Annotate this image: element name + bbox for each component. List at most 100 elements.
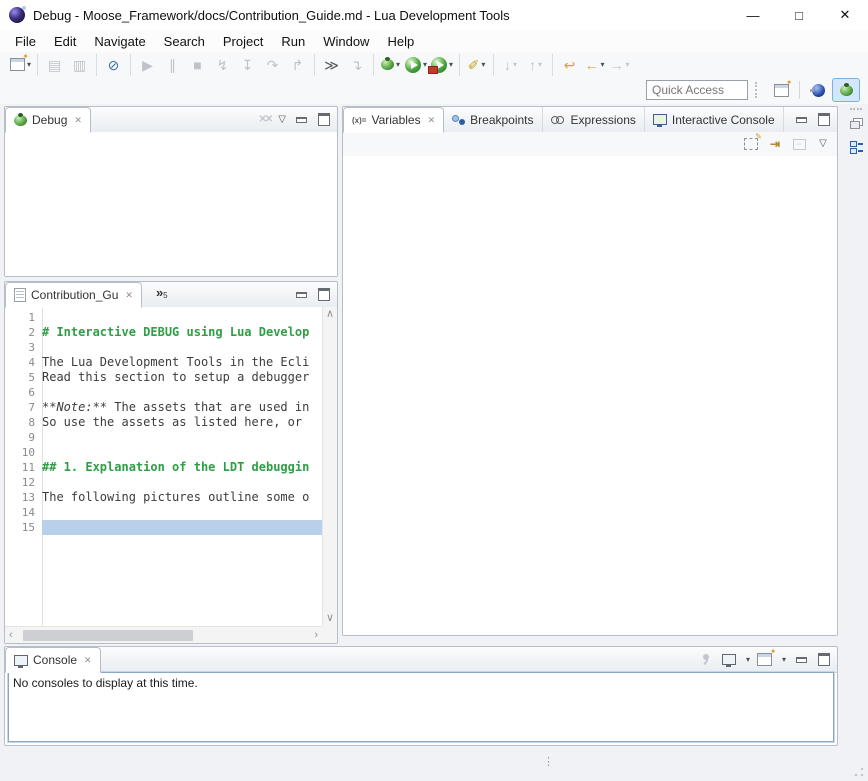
status-bar-drag-handle[interactable]: ⋮	[543, 755, 555, 768]
collapse-all-button[interactable]: −	[791, 136, 807, 152]
line-number[interactable]: 4	[5, 355, 42, 370]
variables-tree-area[interactable]	[343, 156, 837, 635]
code-text[interactable]: # Interactive DEBUG using Lua Develop	[42, 325, 322, 340]
view-menu-button[interactable]: ▽	[815, 136, 831, 152]
code-text[interactable]	[42, 385, 322, 400]
dropdown-arrow-icon[interactable]: ▾	[601, 60, 605, 69]
dropdown-arrow-icon[interactable]: ▾	[626, 60, 630, 69]
debug-perspective-button[interactable]	[832, 78, 860, 102]
dropdown-arrow-icon[interactable]: ▾	[746, 655, 750, 664]
line-number[interactable]: 5	[5, 370, 42, 385]
editor-vertical-scrollbar[interactable]: ∧ ∨	[322, 307, 337, 626]
minimize-view-button[interactable]	[293, 112, 309, 128]
scroll-down-icon[interactable]: ∨	[326, 613, 334, 624]
code-text[interactable]	[42, 505, 322, 520]
line-number[interactable]: 6	[5, 385, 42, 400]
console-tab-console[interactable]: Console✕	[5, 647, 101, 673]
window-resize-grip[interactable]	[854, 767, 864, 777]
view-menu-icon[interactable]: ▽	[278, 115, 286, 125]
menu-help[interactable]: Help	[378, 32, 423, 51]
code-text[interactable]: The following pictures outline some o	[42, 490, 322, 505]
back-button[interactable]: ←▾	[582, 54, 607, 76]
line-number[interactable]: 9	[5, 430, 42, 445]
menu-navigate[interactable]: Navigate	[85, 32, 154, 51]
dropdown-arrow-icon[interactable]: ▾	[423, 60, 427, 69]
use-step-filters-button[interactable]: ≫	[319, 54, 344, 76]
scroll-right-icon[interactable]: ›	[314, 630, 318, 641]
line-number[interactable]: 3	[5, 340, 42, 355]
maximize-view-button[interactable]	[816, 652, 832, 668]
code-text[interactable]	[42, 475, 322, 490]
show-logical-structure-button[interactable]: ⇥	[767, 136, 783, 152]
menu-run[interactable]: Run	[272, 32, 314, 51]
toolbar-drag-handle[interactable]	[755, 82, 760, 98]
vars-tab-variables[interactable]: (x)=Variables✕	[343, 107, 444, 133]
new-wizard-button[interactable]: ▾	[8, 54, 33, 76]
last-edit-location-button[interactable]: ↩	[557, 54, 582, 76]
line-number[interactable]: 14	[5, 505, 42, 520]
code-text[interactable]	[42, 340, 322, 355]
menu-edit[interactable]: Edit	[45, 32, 85, 51]
restore-view-icon[interactable]	[850, 118, 863, 129]
code-text[interactable]: ## 1. Explanation of the LDT debuggin	[42, 460, 322, 475]
run-button[interactable]: ▾	[403, 54, 429, 76]
vars-tab-interactive-console[interactable]: Interactive Console	[645, 107, 784, 132]
outline-view-icon[interactable]	[850, 141, 863, 154]
minimize-view-button[interactable]	[793, 652, 809, 668]
display-selected-console-button[interactable]	[721, 652, 737, 668]
dropdown-arrow-icon[interactable]: ▾	[449, 60, 453, 69]
external-tools-button[interactable]: ▾	[429, 54, 455, 76]
menu-search[interactable]: Search	[155, 32, 214, 51]
line-number[interactable]: 2	[5, 325, 42, 340]
debug-tab-debug[interactable]: Debug✕	[5, 107, 91, 133]
code-text[interactable]: **Note:** The assets that are used in	[42, 400, 322, 415]
vars-tab-breakpoints[interactable]: Breakpoints	[444, 107, 542, 132]
more-editors-chevron[interactable]: »5	[142, 282, 174, 307]
line-number[interactable]: 7	[5, 400, 42, 415]
close-tab-icon[interactable]: ✕	[125, 290, 133, 301]
code-text[interactable]	[42, 310, 322, 325]
menu-file[interactable]: File	[6, 32, 45, 51]
open-perspective-button[interactable]	[767, 78, 795, 102]
editor-tab-contribution-gu[interactable]: Contribution_Gu✕	[5, 282, 142, 308]
line-number[interactable]: 11	[5, 460, 42, 475]
dropdown-arrow-icon[interactable]: ▾	[27, 60, 31, 69]
line-number[interactable]: 1	[5, 310, 42, 325]
debug-view-content[interactable]	[5, 132, 337, 276]
show-type-names-button[interactable]	[743, 136, 759, 152]
close-tab-icon[interactable]: ✕	[428, 115, 436, 126]
dropdown-arrow-icon[interactable]: ▾	[481, 60, 485, 69]
close-tab-icon[interactable]: ✕	[84, 655, 92, 666]
torch-button[interactable]: ✐▾	[464, 54, 489, 76]
code-text[interactable]	[42, 430, 322, 445]
scroll-up-icon[interactable]: ∧	[326, 309, 334, 320]
vars-tab-expressions[interactable]: Expressions	[543, 107, 645, 132]
maximize-window-button[interactable]: □	[776, 0, 822, 30]
code-text[interactable]: The Lua Development Tools in the Ecli	[42, 355, 322, 370]
line-number[interactable]: 8	[5, 415, 42, 430]
maximize-view-button[interactable]	[316, 287, 332, 303]
skip-all-breakpoints-button[interactable]: ⊘	[101, 54, 126, 76]
code-text[interactable]: Read this section to setup a debugger	[42, 370, 322, 385]
line-number[interactable]: 10	[5, 445, 42, 460]
editor-horizontal-scrollbar[interactable]: ‹ ›	[5, 626, 322, 643]
line-number[interactable]: 15	[5, 520, 42, 535]
close-tab-icon[interactable]: ✕	[74, 115, 82, 126]
menu-window[interactable]: Window	[314, 32, 378, 51]
lua-perspective-button[interactable]	[804, 78, 832, 102]
line-number[interactable]: 13	[5, 490, 42, 505]
open-console-button[interactable]	[757, 652, 773, 668]
code-text[interactable]	[42, 520, 322, 535]
debug-button[interactable]: ▾	[378, 54, 403, 76]
pin-console-button[interactable]	[698, 652, 714, 668]
minimize-view-button[interactable]	[793, 112, 809, 128]
trim-drag-handle[interactable]	[850, 108, 862, 110]
code-text[interactable]	[42, 445, 322, 460]
horizontal-scroll-thumb[interactable]	[23, 630, 193, 641]
menu-project[interactable]: Project	[214, 32, 272, 51]
minimize-window-button[interactable]: —	[730, 0, 776, 30]
dropdown-arrow-icon[interactable]: ▾	[396, 60, 400, 69]
console-output-area[interactable]: No consoles to display at this time.	[8, 672, 834, 742]
maximize-view-button[interactable]	[816, 112, 832, 128]
dropdown-arrow-icon[interactable]: ▾	[782, 655, 786, 664]
